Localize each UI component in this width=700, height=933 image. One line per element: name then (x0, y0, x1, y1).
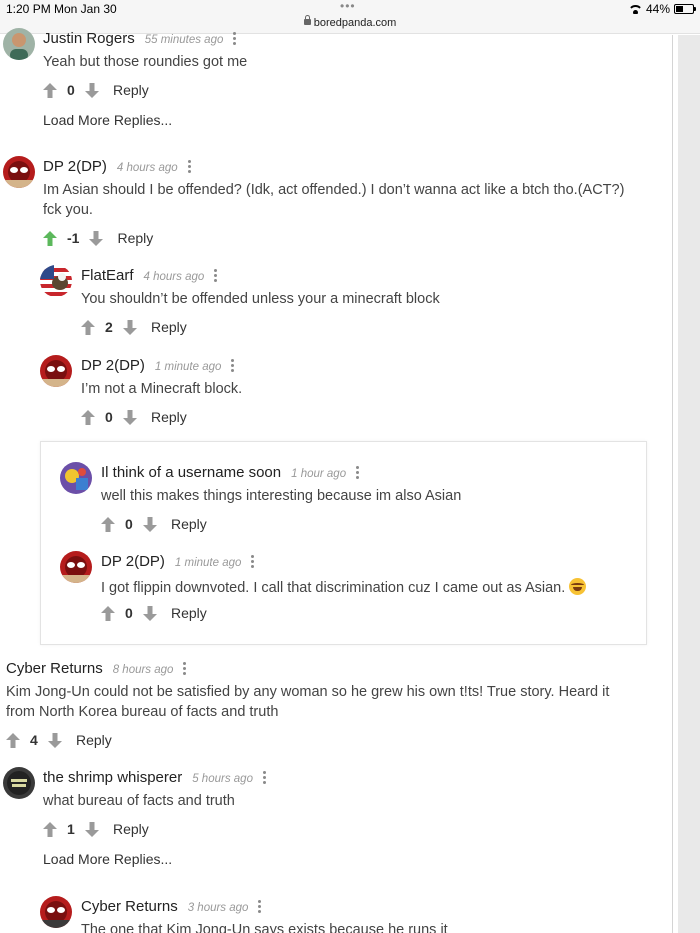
reply-button[interactable]: Reply (151, 319, 187, 335)
lock-icon (303, 15, 311, 25)
upvote-icon[interactable] (43, 230, 57, 246)
comment-time: 3 hours ago (187, 902, 249, 914)
avatar[interactable] (60, 551, 92, 583)
kebab-menu-icon[interactable] (187, 160, 191, 173)
comment-text: The one that Kim Jong-Un says exists bec… (81, 922, 448, 933)
avatar[interactable] (3, 767, 35, 799)
date: Mon Jan 30 (54, 2, 117, 16)
status-bar: 1:20 PM Mon Jan 30 ••• boredpanda.com 44… (0, 0, 700, 34)
kebab-menu-icon[interactable] (356, 466, 360, 479)
comment-time: 55 minutes ago (144, 34, 224, 46)
reply-button[interactable]: Reply (76, 732, 112, 748)
comment-author[interactable]: Justin Rogers (43, 30, 135, 47)
vote-score: 0 (125, 605, 133, 621)
comment-text: well this makes things interesting becau… (101, 488, 462, 504)
upvote-icon[interactable] (6, 732, 20, 748)
kebab-menu-icon[interactable] (233, 32, 237, 45)
downvote-icon[interactable] (143, 516, 157, 532)
comment-time: 8 hours ago (112, 664, 174, 676)
laughing-tears-emoji-icon (569, 578, 587, 595)
url-text: boredpanda.com (313, 17, 397, 29)
comment-author[interactable]: DP 2(DP) (81, 357, 145, 374)
reply-button[interactable]: Reply (171, 516, 207, 532)
kebab-menu-icon[interactable] (258, 900, 262, 913)
comment-author[interactable]: Il think of a username soon (101, 464, 281, 481)
downvote-icon[interactable] (85, 821, 99, 837)
vote-score: 1 (67, 821, 75, 837)
avatar[interactable] (60, 462, 92, 494)
vote-score: 0 (125, 516, 133, 532)
comment-text: Kim Jong-Un could not be satisfied by an… (6, 684, 610, 720)
comment-author[interactable]: Cyber Returns (81, 898, 178, 915)
comment-time: 1 hour ago (291, 468, 347, 480)
upvote-icon[interactable] (101, 605, 115, 621)
downvote-icon[interactable] (89, 230, 104, 246)
comment-time: 1 minute ago (174, 557, 242, 569)
avatar[interactable] (3, 156, 35, 188)
upvote-icon[interactable] (101, 516, 115, 532)
avatar[interactable] (3, 28, 35, 60)
battery-icon (674, 4, 696, 14)
upvote-icon[interactable] (43, 821, 57, 837)
reply-button[interactable]: Reply (151, 409, 187, 425)
reply-button[interactable]: Reply (113, 821, 149, 837)
reply-button[interactable]: Reply (117, 230, 153, 246)
comment-text: You shouldn’t be offended unless your a … (81, 291, 440, 307)
vote-score: 0 (67, 82, 75, 98)
comment-time: 5 hours ago (192, 773, 253, 785)
comment-time: 4 hours ago (143, 271, 205, 283)
reply-button[interactable]: Reply (171, 605, 207, 621)
avatar[interactable] (40, 896, 72, 928)
comment-author[interactable]: DP 2(DP) (101, 553, 165, 570)
more-dots-icon[interactable]: ••• (340, 0, 356, 13)
vote-score: 0 (105, 409, 113, 425)
avatar[interactable] (40, 355, 72, 387)
upvote-icon[interactable] (81, 319, 95, 335)
load-more-replies-button[interactable]: Load More Replies... (43, 112, 172, 128)
clock: 1:20 PM (6, 2, 51, 16)
vote-score: 2 (105, 319, 113, 335)
kebab-menu-icon[interactable] (251, 555, 255, 568)
downvote-icon[interactable] (48, 732, 62, 748)
kebab-menu-icon[interactable] (183, 662, 187, 675)
comment-text: Im Asian should I be offended? (Idk, act… (43, 182, 625, 218)
kebab-menu-icon[interactable] (231, 359, 235, 372)
comment-text: I got flippin downvoted. I call that dis… (101, 575, 587, 598)
comment-text: Yeah but those roundies got me (43, 54, 248, 70)
avatar[interactable] (40, 265, 72, 297)
load-more-replies-button[interactable]: Load More Replies... (43, 851, 172, 867)
comment-time: 1 minute ago (154, 361, 222, 373)
address-bar[interactable]: boredpanda.com (0, 15, 700, 29)
downvote-icon[interactable] (123, 319, 137, 335)
downvote-icon[interactable] (143, 605, 157, 621)
comment-author[interactable]: FlatEarf (81, 267, 134, 284)
vote-score: -1 (67, 230, 80, 246)
wifi-icon (628, 4, 642, 14)
upvote-icon[interactable] (81, 409, 95, 425)
upvote-icon[interactable] (43, 82, 57, 98)
reply-button[interactable]: Reply (113, 82, 149, 98)
comment-author[interactable]: Cyber Returns (6, 660, 103, 677)
comment-time: 4 hours ago (116, 162, 178, 174)
kebab-menu-icon[interactable] (262, 771, 266, 784)
comment-author[interactable]: DP 2(DP) (43, 158, 107, 175)
scroll-gutter (678, 35, 700, 933)
downvote-icon[interactable] (85, 82, 99, 98)
page-edge (672, 35, 673, 933)
comment-text: I’m not a Minecraft block. (81, 381, 243, 397)
battery-percent: 44% (645, 2, 670, 16)
comment-author[interactable]: the shrimp whisperer (43, 769, 182, 786)
comment-text: what bureau of facts and truth (43, 793, 235, 809)
downvote-icon[interactable] (123, 409, 137, 425)
vote-score: 4 (30, 732, 38, 748)
kebab-menu-icon[interactable] (214, 269, 218, 282)
